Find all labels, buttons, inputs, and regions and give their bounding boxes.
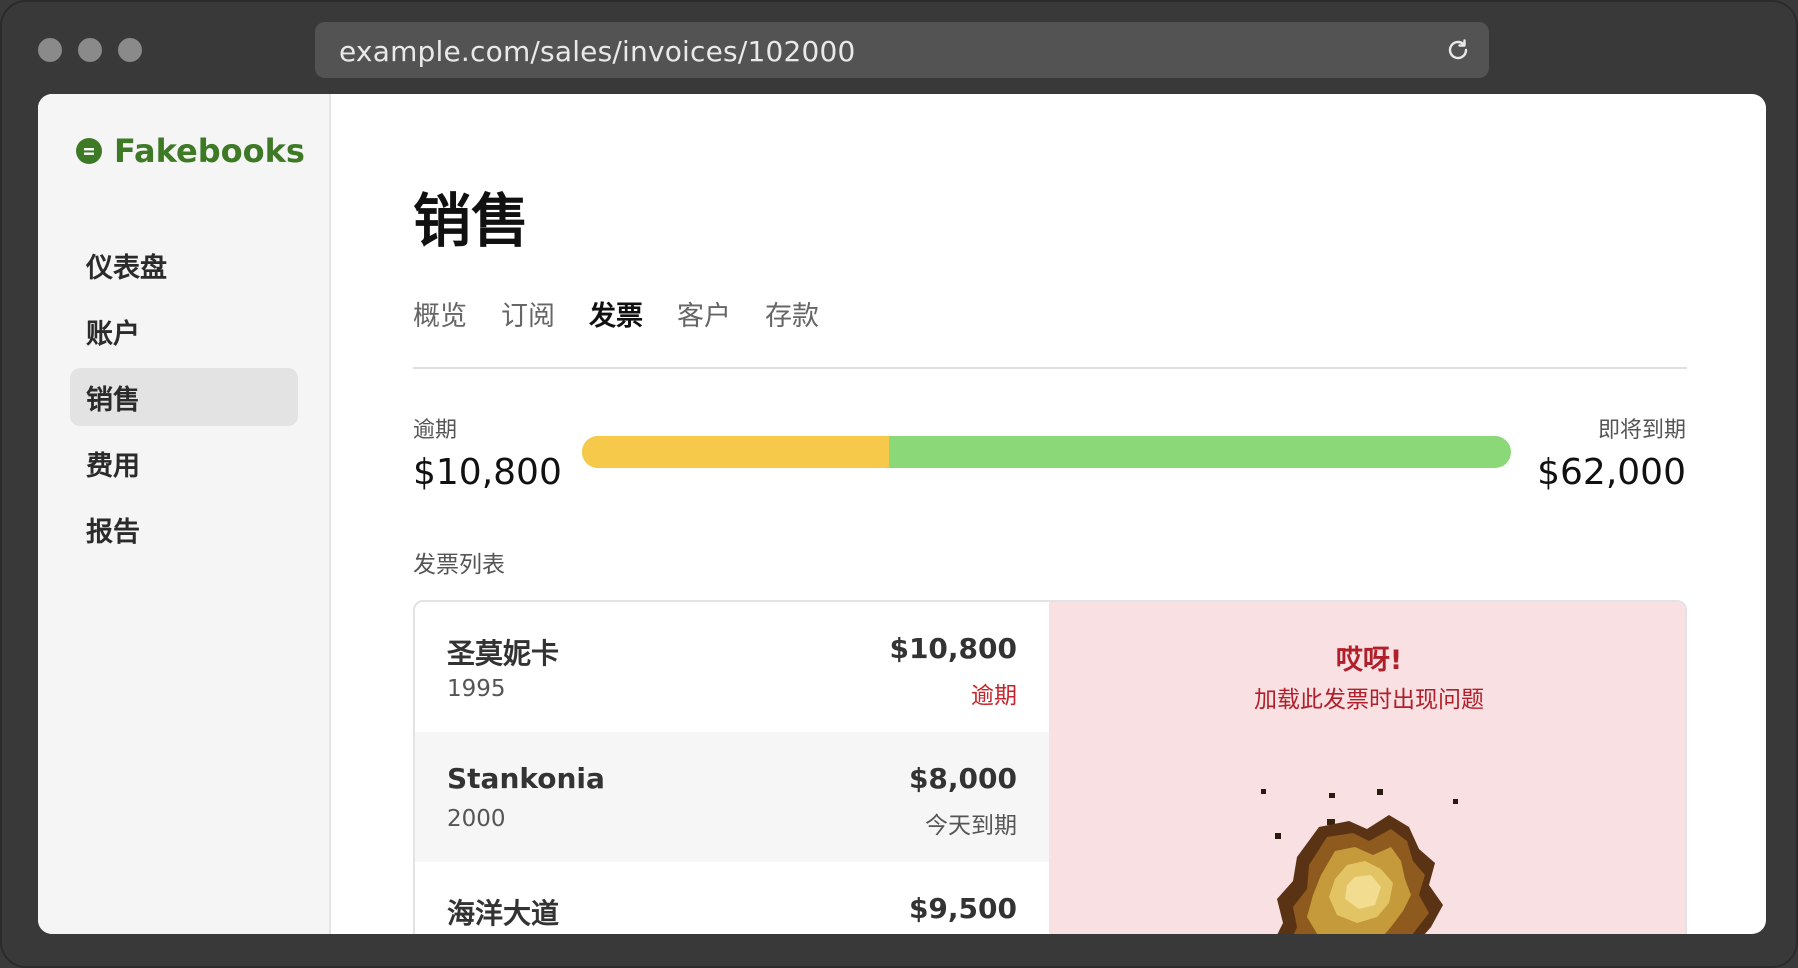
due-soon-label: 即将到期	[1597, 418, 1686, 443]
tab-bar: 概览 订阅 发票 客户 存款	[413, 294, 1687, 343]
main-content: 销售 概览 订阅 发票 客户 存款 逾期 $10,800 即将到期 $62,00…	[331, 94, 1766, 934]
invoice-amount: $10,800	[889, 632, 1017, 665]
invoice-status: 逾期	[971, 683, 1017, 709]
overdue-progress-bar	[582, 436, 1511, 468]
invoice-year: 1995	[447, 676, 506, 702]
overdue-label: 逾期	[413, 418, 458, 443]
close-window-button[interactable]	[38, 38, 62, 62]
tab-overview[interactable]: 概览	[413, 294, 467, 343]
invoice-list-card: 圣莫妮卡 1995 $10,800 逾期 Stankonia 2000 $8,0…	[413, 600, 1687, 934]
url-text: example.com/sales/invoices/102000	[339, 35, 856, 68]
invoice-list: 圣莫妮卡 1995 $10,800 逾期 Stankonia 2000 $8,0…	[415, 602, 1049, 934]
tab-deposits[interactable]: 存款	[765, 294, 819, 343]
due-soon-amount: $62,000	[1537, 452, 1686, 493]
sidebar-item-dashboard[interactable]: 仪表盘	[70, 236, 298, 294]
reload-icon[interactable]	[1443, 35, 1473, 65]
error-title: 哎呀!	[1335, 645, 1403, 676]
invoice-list-label: 发票列表	[413, 552, 505, 578]
browser-frame: example.com/sales/invoices/102000 Fakebo…	[0, 0, 1798, 968]
invoice-name: 海洋大道	[447, 897, 560, 930]
tab-invoices[interactable]: 发票	[589, 294, 643, 343]
tab-subscriptions[interactable]: 订阅	[501, 294, 555, 343]
brand-logo[interactable]: Fakebooks	[74, 132, 305, 170]
invoice-error-panel: 哎呀! 加载此发票时出现问题	[1049, 602, 1685, 934]
invoice-row[interactable]: Stankonia 2000 $8,000 今天到期	[415, 732, 1049, 862]
overdue-progress-fill	[582, 436, 889, 468]
page-title: 销售	[413, 187, 530, 255]
invoice-name: 圣莫妮卡	[447, 637, 560, 670]
explosion-icon	[1261, 789, 1458, 934]
sidebar-nav: 仪表盘 账户 销售 费用 报告	[70, 236, 298, 566]
sidebar: Fakebooks 仪表盘 账户 销售 费用 报告	[38, 94, 331, 934]
overdue-amount: $10,800	[413, 452, 562, 493]
invoice-row[interactable]: 圣莫妮卡 1995 $10,800 逾期	[415, 602, 1049, 732]
invoice-status: 今天到期	[925, 813, 1017, 839]
sidebar-item-expenses[interactable]: 费用	[70, 434, 298, 492]
app-window: Fakebooks 仪表盘 账户 销售 费用 报告 销售 概览 订阅 发票 客户…	[38, 94, 1766, 934]
minimize-window-button[interactable]	[78, 38, 102, 62]
invoice-row[interactable]: 海洋大道 $9,500	[415, 862, 1049, 934]
invoice-amount: $9,500	[908, 892, 1017, 925]
sidebar-item-sales[interactable]: 销售	[70, 368, 298, 426]
error-message: 加载此发票时出现问题	[1254, 687, 1484, 713]
sidebar-item-accounts[interactable]: 账户	[70, 302, 298, 360]
invoice-amount: $8,000	[908, 762, 1017, 795]
address-bar[interactable]: example.com/sales/invoices/102000	[315, 22, 1489, 78]
maximize-window-button[interactable]	[118, 38, 142, 62]
invoice-name: Stankonia	[447, 762, 605, 795]
invoice-year: 2000	[447, 806, 506, 832]
logo-icon	[76, 138, 102, 164]
window-controls	[38, 38, 142, 62]
sidebar-item-reports[interactable]: 报告	[70, 500, 298, 558]
tab-customers[interactable]: 客户	[677, 294, 731, 343]
tabs-divider	[413, 367, 1687, 369]
brand-name: Fakebooks	[114, 132, 305, 170]
